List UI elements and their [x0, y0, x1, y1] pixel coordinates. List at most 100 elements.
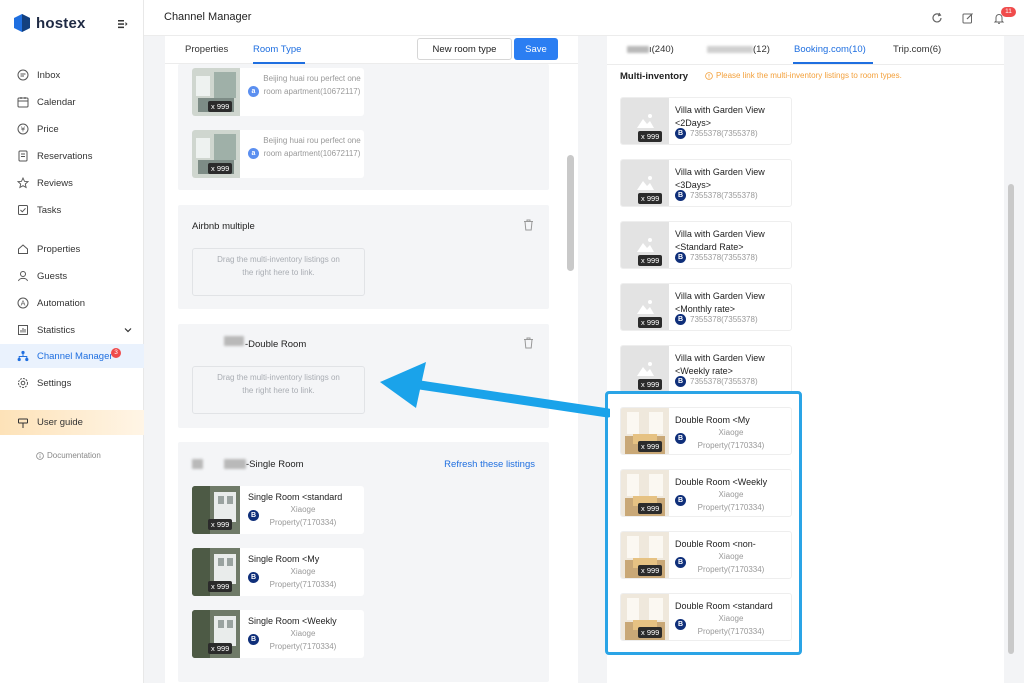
highlight-box [605, 391, 802, 655]
listing-title: Single Room <Weekly [248, 616, 337, 626]
refresh-icon[interactable] [931, 12, 943, 24]
listing-title: Single Room <My [248, 554, 320, 564]
multi-inventory-listing[interactable]: x 999 Villa with Garden View <2Days> B 7… [620, 97, 792, 145]
tab-channel-2[interactable]: (12) [753, 44, 770, 55]
user-guide-label: User guide [37, 417, 83, 428]
active-tab-indicator [253, 62, 305, 64]
tabs-divider [607, 64, 1004, 65]
airbnb-logo-icon: a [248, 148, 259, 159]
chevron-down-icon[interactable] [124, 326, 132, 334]
sidebar-item-automation[interactable]: A Automation [0, 291, 144, 315]
tab-room-type[interactable]: Room Type [253, 44, 301, 55]
linked-listing-card[interactable]: x 999 Single Room <My B Xiaoge Property(… [192, 548, 364, 596]
sidebar-item-tasks[interactable]: Tasks [0, 198, 144, 222]
multi-inventory-listing[interactable]: x 999 Villa with Garden View <Standard R… [620, 221, 792, 269]
inventory-qty: x 999 [638, 193, 663, 204]
collapse-sidebar-icon[interactable] [118, 19, 128, 29]
booking-logo-icon: B [675, 376, 686, 387]
sidebar-item-label: Channel Manager [37, 350, 113, 362]
signpost-icon [18, 418, 28, 428]
home-icon [18, 244, 28, 254]
sidebar-item-calendar[interactable]: Calendar [0, 90, 144, 114]
listing-owner: Xiaoge [290, 567, 316, 576]
info-circle-icon [36, 451, 44, 460]
room-type-title: -Double Room [245, 339, 307, 350]
chart-icon [18, 325, 28, 335]
redacted-channel-name [627, 46, 649, 53]
multi-inventory-listing[interactable]: x 999 Villa with Garden View <Monthly ra… [620, 283, 792, 331]
sidebar-item-label: Calendar [37, 96, 76, 108]
svg-text:¥: ¥ [21, 126, 26, 134]
user-guide-button[interactable]: User guide [0, 410, 144, 435]
multi-inventory-heading: Multi-inventory [620, 71, 689, 82]
sidebar-item-label: Automation [37, 297, 86, 309]
listing-title: Villa with Garden View <Weekly rate> [675, 353, 765, 376]
sidebar-item-price[interactable]: ¥ Price [0, 117, 144, 141]
documentation-link[interactable]: Documentation [36, 451, 101, 460]
sidebar-item-label: Statistics [37, 324, 76, 336]
channel-icon [17, 350, 29, 362]
sidebar-item-guests[interactable]: Guests [0, 264, 144, 288]
multi-inventory-listing[interactable]: x 999 Villa with Garden View <Weekly rat… [620, 345, 792, 393]
room-type-title: Airbnb multiple [192, 221, 255, 232]
edit-icon[interactable] [962, 12, 974, 24]
inventory-qty: x 999 [638, 379, 663, 390]
save-button[interactable]: Save [514, 38, 558, 60]
multi-inventory-listing[interactable]: x 999 Villa with Garden View <3Days> B 7… [620, 159, 792, 207]
svg-text:A: A [21, 300, 26, 308]
reservations-icon [18, 150, 28, 162]
inventory-qty: x 999 [638, 317, 663, 328]
tab-booking-com[interactable]: Booking.com(10) [794, 44, 866, 55]
sidebar: hostex Inbox Calendar ¥ Price Reservatio… [0, 0, 144, 683]
linked-listing-card[interactable]: x 999 Single Room <Weekly B Xiaoge Prope… [192, 610, 364, 658]
listing-id: 7355378(7355378) [690, 377, 758, 386]
trash-icon[interactable] [523, 337, 534, 349]
room-type-group-single-room: -Single Room Refresh these listings x 99… [178, 442, 549, 682]
star-icon [17, 177, 29, 189]
tab-channel-1[interactable]: ı(240) [649, 44, 674, 55]
sidebar-item-statistics[interactable]: Statistics [0, 318, 144, 342]
room-type-title: -Single Room [246, 459, 304, 470]
listing-dropzone[interactable]: Drag the multi-inventory listings on the… [192, 366, 365, 414]
linked-listing-card[interactable]: x 999 Single Room <standard B Xiaoge Pro… [192, 486, 364, 534]
listing-title: Villa with Garden View <Monthly rate> [675, 291, 765, 314]
listing-title: Beijing huai rou perfect one room apartm… [263, 74, 361, 96]
documentation-label: Documentation [47, 451, 101, 460]
app-logo[interactable]: hostex [14, 14, 86, 32]
sidebar-item-reservations[interactable]: Reservations [0, 144, 144, 168]
sidebar-item-label: Guests [37, 270, 68, 282]
sidebar-item-settings[interactable]: Settings [0, 371, 144, 395]
refresh-listings-link[interactable]: Refresh these listings [444, 459, 535, 470]
new-room-type-button[interactable]: New room type [417, 38, 512, 60]
linked-listing-card[interactable]: x 999 a Beijing huai rou perfect one roo… [192, 68, 364, 116]
listings-scrollbar[interactable] [1008, 184, 1014, 654]
gear-icon [18, 378, 28, 388]
tab-trip-com[interactable]: Trip.com(6) [893, 44, 941, 55]
sidebar-item-inbox[interactable]: Inbox [0, 63, 144, 87]
inventory-qty: x 999 [638, 131, 663, 142]
sidebar-item-properties[interactable]: Properties [0, 237, 144, 261]
inventory-qty: x 999 [208, 163, 233, 174]
inventory-qty: x 999 [638, 255, 663, 266]
listing-owner: Xiaoge [290, 629, 316, 638]
trash-icon[interactable] [523, 219, 534, 231]
sidebar-item-reviews[interactable]: Reviews [0, 171, 144, 195]
calendar-icon [17, 97, 29, 108]
listing-property-id: Property(7170334) [269, 518, 337, 527]
tab-properties[interactable]: Properties [185, 44, 228, 55]
listing-id: 7355378(7355378) [690, 253, 758, 262]
linked-listing-card[interactable]: x 999 a Beijing huai rou perfect one roo… [192, 130, 364, 178]
price-icon: ¥ [17, 123, 29, 135]
drag-arrow-icon [380, 362, 610, 418]
sidebar-item-label: Tasks [37, 204, 62, 216]
listing-property-id: Property(7170334) [269, 580, 337, 589]
sidebar-item-channel-manager[interactable]: Channel Manager 3 [0, 344, 144, 368]
warning-circle-icon [705, 71, 713, 80]
inventory-qty: x 999 [208, 581, 233, 592]
sidebar-item-label: Properties [37, 243, 81, 255]
app-name: hostex [36, 14, 86, 32]
sidebar-item-label: Price [37, 123, 59, 135]
room-type-scrollbar[interactable] [567, 155, 574, 271]
listing-dropzone[interactable]: Drag the multi-inventory listings on the… [192, 248, 365, 296]
user-icon [18, 271, 28, 282]
